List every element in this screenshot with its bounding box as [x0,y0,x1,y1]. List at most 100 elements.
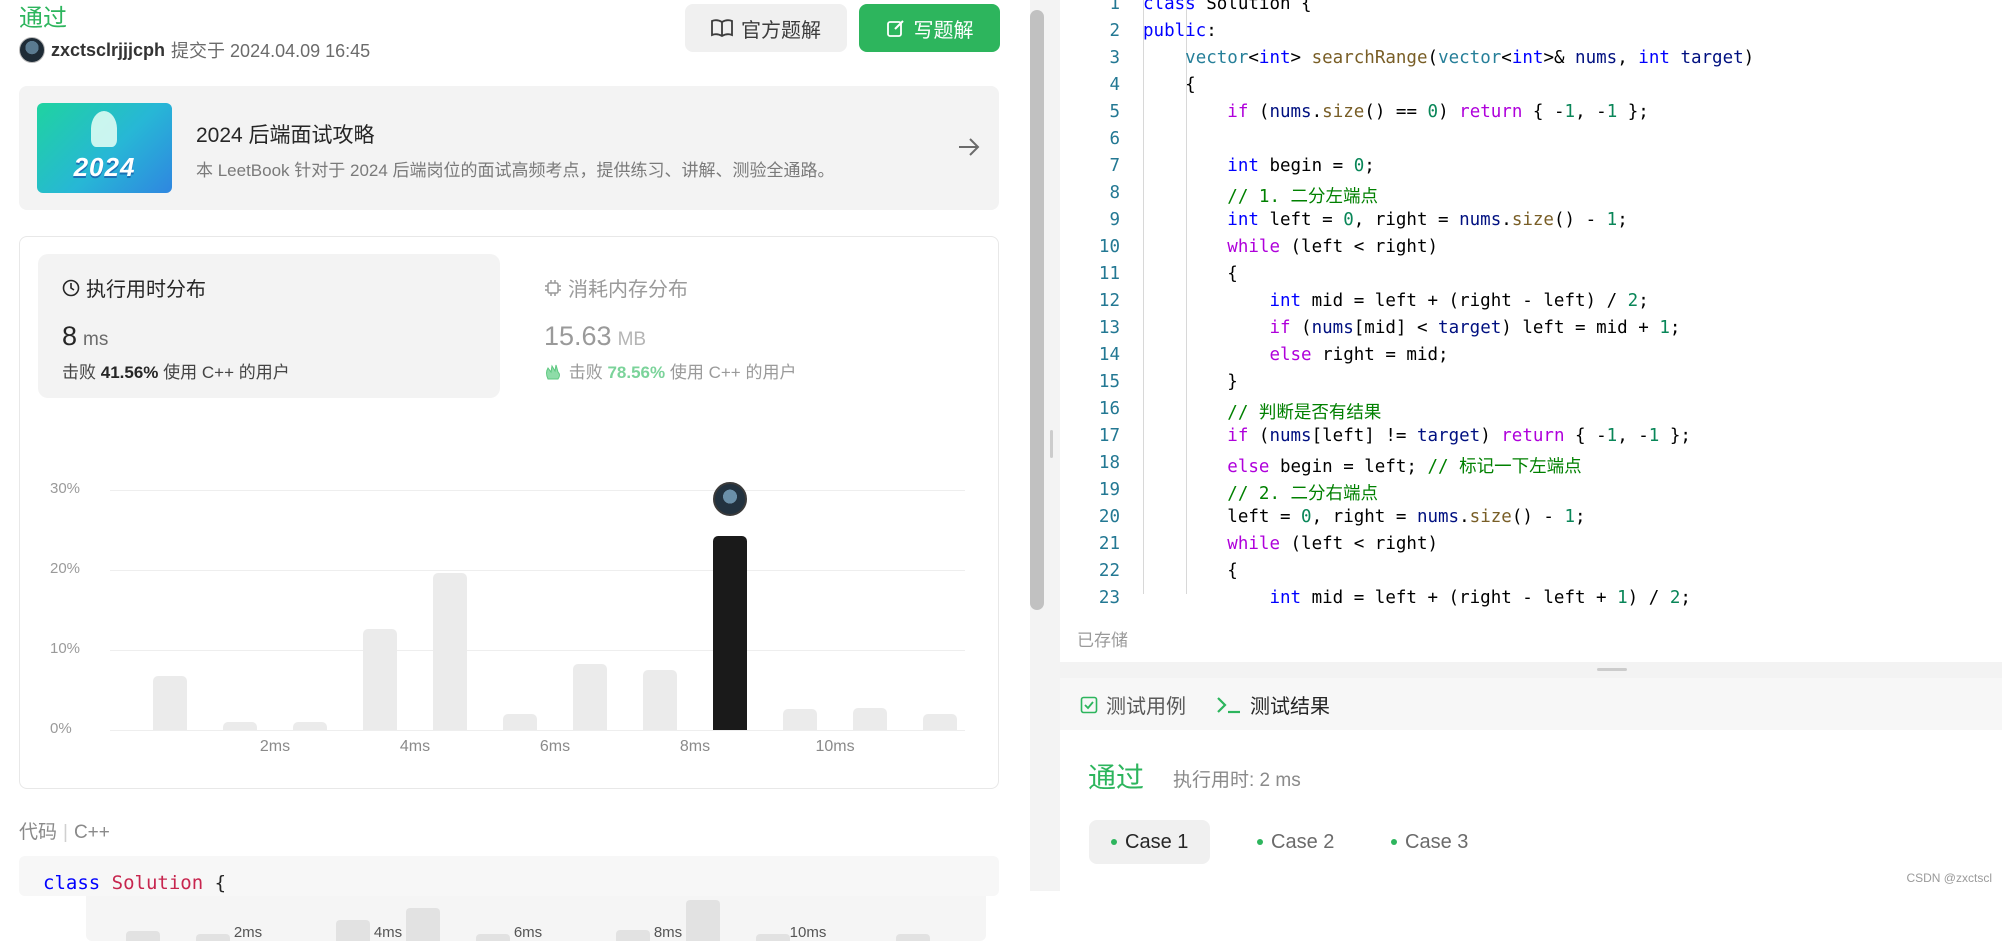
horizontal-splitter[interactable] [1060,662,2002,678]
code-text[interactable]: if (nums.size() == 0) return { -1, -1 }; [1143,102,1649,122]
code-text[interactable]: { [1143,75,1196,95]
banner-image-year: 2024 [37,152,172,183]
code-text[interactable]: while (left < right) [1143,534,1438,554]
memory-beat: 击败 78.56% 使用 C++ 的用户 [544,358,796,383]
line-number: 22 [1060,561,1120,581]
code-text[interactable]: while (left < right) [1143,237,1438,257]
write-solution-button[interactable]: 写题解 [859,4,1000,52]
overview-bar [476,934,510,941]
code-text[interactable]: { [1143,561,1238,581]
code-text[interactable]: class Solution { [1143,0,1312,14]
code-text[interactable]: // 判断是否有结果 [1143,399,1381,424]
code-text[interactable]: vector<int> searchRange(vector<int>& num… [1143,48,1754,68]
x-tick-label: 2ms [260,738,290,756]
chart-bar[interactable] [153,676,187,730]
y-tick-label: 30% [50,480,100,497]
overview-bar [616,930,650,941]
chart-bar[interactable] [853,708,887,730]
case-tab-3[interactable]: Case 3 [1369,820,1490,864]
code-text[interactable]: public: [1143,21,1217,41]
case-label: Case 2 [1271,831,1334,854]
chart-bar[interactable] [503,714,537,730]
runtime-beat-pct: 41.56% [101,363,159,382]
line-number: 16 [1060,399,1120,419]
submitted-code-block[interactable]: class Solution { [19,856,999,896]
splitter-grip[interactable] [1597,668,1627,671]
banner-title: 2024 后端面试攻略 [196,119,375,149]
code-text[interactable]: left = 0, right = nums.size() - 1; [1143,507,1586,527]
chart-bar[interactable] [293,722,327,730]
tab-test-cases[interactable]: 测试用例 [1080,690,1186,719]
code-text[interactable]: if (nums[left] != target) return { -1, -… [1143,426,1691,446]
case-label: Case 3 [1405,831,1468,854]
overview-tick-label: 10ms [790,924,827,941]
chart-bar[interactable] [573,664,607,730]
chart-bar[interactable] [363,629,397,730]
code-text[interactable]: int mid = left + (right - left + 1) / 2; [1143,588,1691,608]
pass-dot-icon [1111,839,1117,845]
code-text[interactable]: else begin = left; // 标记一下左端点 [1143,453,1582,478]
case-tab-2[interactable]: Case 2 [1235,820,1356,864]
edit-icon [886,18,906,38]
runtime-label: 执行用时分布 [86,273,206,302]
runtime-label-row: 执行用时分布 [62,273,206,302]
banner-image: 2024 [37,103,172,193]
username-link[interactable]: zxctsclrjjjcph [51,40,165,61]
code-text[interactable]: } [1143,372,1238,392]
code-text[interactable]: else right = mid; [1143,345,1449,365]
code-text[interactable]: if (nums[mid] < target) left = mid + 1; [1143,318,1680,338]
overview-bar [126,931,160,941]
case-label: Case 1 [1125,831,1188,854]
submission-status: 通过 [19,0,67,33]
x-tick-label: 6ms [540,738,570,756]
scrollbar-thumb[interactable] [1030,10,1044,610]
code-text[interactable]: int begin = 0; [1143,156,1375,176]
splitter-grip[interactable] [1050,430,1053,458]
code-text[interactable]: int left = 0, right = nums.size() - 1; [1143,210,1628,230]
watermark: CSDN @zxctscl [1906,871,1992,885]
chart-bar[interactable] [923,714,957,730]
runtime-card[interactable]: 执行用时分布 8ms 击败 41.56% 使用 C++ 的用户 [38,254,500,398]
line-number: 7 [1060,156,1120,176]
code-editor[interactable]: 1class Solution {2public:3 vector<int> s… [1060,0,2002,662]
pass-dot-icon [1391,839,1397,845]
submission-panel: 通过 zxctsclrjjjcph 提交于 2024.04.09 16:45 官… [0,0,1030,891]
overview-bar [686,900,720,941]
tab-test-results[interactable]: 测试结果 [1216,690,1330,719]
case-tab-1[interactable]: Case 1 [1089,820,1210,864]
chart-bar[interactable] [433,573,467,730]
line-number: 8 [1060,183,1120,203]
runtime-distribution-chart[interactable]: 0%10%20%30%2ms4ms6ms8ms10ms2ms4ms6ms8ms1… [20,407,998,787]
leetbook-banner[interactable]: 2024 2024 后端面试攻略 本 LeetBook 针对于 2024 后端岗… [19,86,999,210]
vertical-splitter[interactable] [1030,0,1060,891]
avatar[interactable] [19,37,45,63]
checkbox-icon [1080,696,1098,714]
chart-bar[interactable] [783,709,817,730]
clap-icon [544,363,564,381]
line-number: 18 [1060,453,1120,473]
x-tick-label: 10ms [815,738,854,756]
overview-bar [406,908,440,941]
chart-bar-selected[interactable] [713,536,747,730]
overview-bar [336,920,370,941]
runtime-number: 8 [62,321,77,351]
tab-test-cases-label: 测试用例 [1106,690,1186,719]
official-solution-button[interactable]: 官方题解 [685,4,847,52]
overview-bar [196,934,230,941]
chart-bar[interactable] [643,670,677,730]
line-number: 12 [1060,291,1120,311]
chart-bar[interactable] [223,722,257,730]
code-text[interactable]: { [1143,264,1238,284]
arrow-right-icon[interactable] [957,136,981,158]
result-runtime: 执行用时: 2 ms [1173,765,1301,792]
line-number: 17 [1060,426,1120,446]
memory-beat-suffix: 使用 C++ 的用户 [670,363,797,382]
line-number: 13 [1060,318,1120,338]
runtime-value: 8ms [62,321,108,352]
code-text[interactable]: // 1. 二分左端点 [1143,183,1378,208]
code-text[interactable]: int mid = left + (right - left) / 2; [1143,291,1649,311]
chip-icon [544,279,562,297]
line-number: 23 [1060,588,1120,608]
memory-card[interactable]: 消耗内存分布 15.63MB 击败 78.56% 使用 C++ 的用户 [520,254,960,398]
code-text[interactable]: // 2. 二分右端点 [1143,480,1378,505]
